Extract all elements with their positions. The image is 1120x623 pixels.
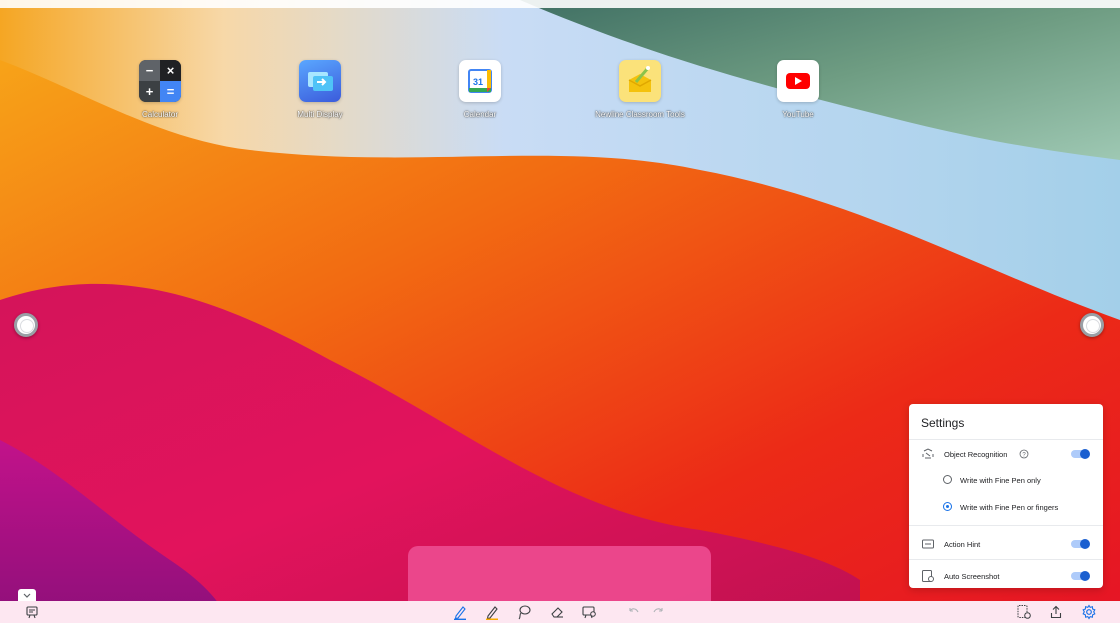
action-hint-icon [922, 539, 934, 549]
app-label: Newline Classroom Tools [595, 110, 685, 119]
action-hint-row[interactable]: Action Hint [909, 537, 1103, 551]
object-recognition-row[interactable]: Object Recognition ? [909, 447, 1103, 461]
object-recognition-label: Object Recognition [944, 450, 1008, 459]
settings-button[interactable] [1078, 601, 1100, 623]
capture-button[interactable] [1013, 601, 1035, 623]
share-icon [1050, 605, 1062, 619]
calendar-icon: 31 [459, 60, 501, 102]
settings-panel: Settings Object Recognition ? Write with… [909, 404, 1103, 588]
redo-button[interactable] [648, 601, 670, 623]
collapse-toolbar-button[interactable] [18, 589, 36, 601]
app-youtube[interactable]: YouTube [738, 60, 858, 119]
fine-pen-or-fingers-radio[interactable] [943, 502, 952, 511]
calendar-day: 31 [473, 77, 483, 87]
option-fine-pen-or-fingers[interactable]: Write with Fine Pen or fingers [909, 501, 1103, 513]
fine-pen-only-radio[interactable] [943, 475, 952, 484]
chevron-down-icon [23, 593, 31, 598]
settings-title: Settings [921, 416, 965, 430]
lasso-icon [518, 605, 531, 620]
object-recognition-toggle[interactable] [1071, 449, 1090, 459]
left-drag-handle[interactable] [14, 313, 38, 337]
right-drag-handle[interactable] [1080, 313, 1104, 337]
undo-icon [629, 608, 639, 613]
lasso-tool-button[interactable] [513, 601, 535, 623]
auto-screenshot-label: Auto Screenshot [944, 572, 1000, 581]
app-multi-display[interactable]: Multi Display [260, 60, 380, 119]
share-button[interactable] [1045, 601, 1067, 623]
action-hint-label: Action Hint [944, 540, 981, 549]
eraser-icon [551, 607, 563, 618]
divider [909, 439, 1103, 440]
whiteboard-icon [26, 606, 38, 619]
app-classroom-tools[interactable]: Newline Classroom Tools [580, 60, 700, 119]
app-label: Calculator [141, 110, 178, 119]
auto-screenshot-row[interactable]: Auto Screenshot [909, 569, 1103, 583]
app-label: YouTube [782, 110, 814, 119]
eraser-tool-button[interactable] [546, 601, 568, 623]
option-label: Write with Fine Pen or fingers [960, 503, 1059, 512]
object-recognition-icon [922, 448, 934, 459]
pen-icon [454, 606, 466, 620]
settings-gear-icon [1082, 604, 1096, 620]
app-calculator[interactable]: − × + = Calculator [100, 60, 220, 119]
redo-icon [653, 608, 663, 613]
highlighter-tool-button[interactable] [481, 601, 503, 623]
app-calendar[interactable]: 31 Calendar [420, 60, 540, 119]
auto-screenshot-toggle[interactable] [1071, 571, 1090, 581]
bottom-toolbar [0, 601, 1120, 623]
classroom-tools-icon [619, 60, 661, 102]
divider [909, 559, 1103, 560]
option-label: Write with Fine Pen only [960, 476, 1041, 485]
whiteboard-menu-button[interactable] [21, 601, 43, 623]
pen-tool-button[interactable] [449, 601, 471, 623]
undo-button[interactable] [622, 601, 644, 623]
app-label: Multi Display [297, 110, 343, 119]
calculator-icon: − × + = [139, 60, 181, 102]
option-fine-pen-only[interactable]: Write with Fine Pen only [909, 474, 1103, 486]
action-hint-toggle[interactable] [1071, 539, 1090, 549]
multi-display-icon [299, 60, 341, 102]
divider [909, 525, 1103, 526]
screenshot-tool-button[interactable] [578, 601, 600, 623]
capture-icon [1017, 605, 1031, 619]
screenshot-icon [582, 606, 596, 619]
highlighter-icon [486, 606, 498, 620]
help-icon[interactable]: ? [1019, 449, 1029, 459]
toolbar-panel [408, 546, 711, 602]
app-label: Calendar [463, 110, 497, 119]
whiteboard-screen[interactable]: − × + = Calculator Multi Display 31 Calenda… [0, 0, 1120, 623]
youtube-icon [777, 60, 819, 102]
auto-screenshot-icon [922, 570, 934, 582]
